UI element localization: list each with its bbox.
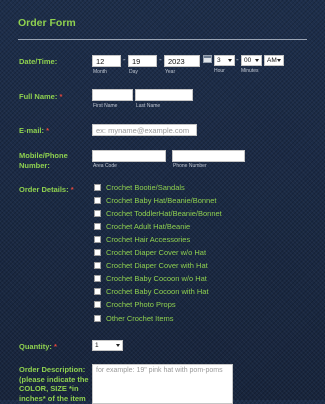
ampm-select[interactable]: AM <box>264 55 284 66</box>
first-name-input[interactable] <box>92 89 133 101</box>
description-label-line: (please indicate the <box>19 374 89 384</box>
month-input[interactable]: 12 <box>92 55 121 67</box>
checkbox[interactable] <box>94 249 101 256</box>
email-label: E-mail: * <box>19 126 49 136</box>
date-separator: - <box>159 55 162 64</box>
order-option-label: Crochet Hair Accessories <box>106 235 191 244</box>
checkbox[interactable] <box>94 223 101 230</box>
hour-select[interactable]: 3 <box>214 55 235 66</box>
year-sublabel: Year <box>165 69 176 75</box>
order-details-label: Order Details: * <box>19 185 74 195</box>
title-divider <box>18 39 307 40</box>
quantity-label-text: Quantity: <box>19 342 52 351</box>
order-option-label: Crochet Baby Hat/Beanie/Bonnet <box>106 196 217 205</box>
month-sublabel: Month <box>93 69 107 75</box>
checkbox[interactable] <box>94 288 101 295</box>
quantity-value: 1 <box>95 342 99 349</box>
minute-value: 00 <box>244 57 252 64</box>
area-code-input[interactable] <box>92 150 166 162</box>
description-label-line: Order Description: <box>19 365 86 374</box>
checkbox[interactable] <box>94 262 101 269</box>
last-name-sublabel: Last Name <box>136 103 161 109</box>
chevron-down-icon <box>277 59 281 62</box>
quantity-select[interactable]: 1 <box>92 340 123 351</box>
checkbox[interactable] <box>94 301 101 308</box>
order-option-label: Crochet Baby Cocoon with Hat <box>106 287 209 296</box>
checkbox[interactable] <box>94 315 101 322</box>
description-textarea[interactable]: for example: 19" pink hat with pom-poms <box>92 364 233 404</box>
checkbox[interactable] <box>94 236 101 243</box>
phone-number-sublabel: Phone Number <box>173 163 207 169</box>
minutes-sublabel: Minutes <box>241 68 259 74</box>
day-sublabel: Day <box>129 69 138 75</box>
last-name-input[interactable] <box>135 89 193 101</box>
checkbox[interactable] <box>94 275 101 282</box>
email-field[interactable]: ex: myname@example.com <box>92 124 197 136</box>
email-label-text: E-mail: <box>19 126 45 135</box>
time-separator: - <box>236 55 239 64</box>
required-marker: * <box>59 92 63 101</box>
order-option-label: Crochet Bootie/Sandals <box>106 183 185 192</box>
order-option-label: Crochet Baby Cocoon w/o Hat <box>106 274 207 283</box>
day-input[interactable]: 19 <box>128 55 157 67</box>
required-marker: * <box>54 342 57 351</box>
first-name-sublabel: First Name <box>93 103 118 109</box>
order-option-label: Crochet Diaper Cover w/o Hat <box>106 248 207 257</box>
hour-value: 3 <box>217 57 221 64</box>
quantity-label: Quantity: * <box>19 342 57 352</box>
calendar-icon[interactable] <box>203 55 212 63</box>
form-title: Order Form <box>18 17 76 29</box>
year-input[interactable]: 2023 <box>164 55 200 67</box>
required-marker: * <box>46 126 50 135</box>
order-option-label: Other Crochet Items <box>106 314 174 323</box>
chevron-down-icon <box>255 59 259 62</box>
minute-select[interactable]: 00 <box>241 55 262 66</box>
area-code-sublabel: Area Code <box>93 163 117 169</box>
description-placeholder: for example: 19" pink hat with pom-poms <box>96 367 223 374</box>
phone-label: Mobile/Phone Number: <box>19 151 68 170</box>
description-label-line: COLOR, SIZE *in <box>19 384 79 393</box>
order-option-label: Crochet Diaper Cover with Hat <box>106 261 208 270</box>
description-label: Order Description: (please indicate the … <box>19 365 91 403</box>
checkbox[interactable] <box>94 184 101 191</box>
checkbox[interactable] <box>94 197 101 204</box>
hour-sublabel: Hour <box>214 68 225 74</box>
description-label-line: inches* of the item <box>19 393 86 403</box>
email-placeholder: ex: myname@example.com <box>96 126 190 135</box>
chevron-down-icon <box>116 344 120 347</box>
date-separator: - <box>123 55 126 64</box>
order-option-label: Crochet Adult Hat/Beanie <box>106 222 191 231</box>
phone-number-input[interactable] <box>172 150 245 162</box>
order-option-label: Crochet ToddlerHat/Beanie/Bonnet <box>106 209 222 218</box>
order-details-label-text: Order Details: <box>19 185 69 194</box>
required-marker: * <box>70 185 74 194</box>
order-option-label: Crochet Photo Props <box>106 300 176 309</box>
datetime-label: Date/Time: <box>19 57 58 66</box>
chevron-down-icon <box>228 59 232 62</box>
fullname-label: Full Name: * <box>19 92 62 102</box>
fullname-label-text: Full Name: <box>19 92 58 101</box>
ampm-value: AM <box>267 57 277 64</box>
checkbox[interactable] <box>94 210 101 217</box>
